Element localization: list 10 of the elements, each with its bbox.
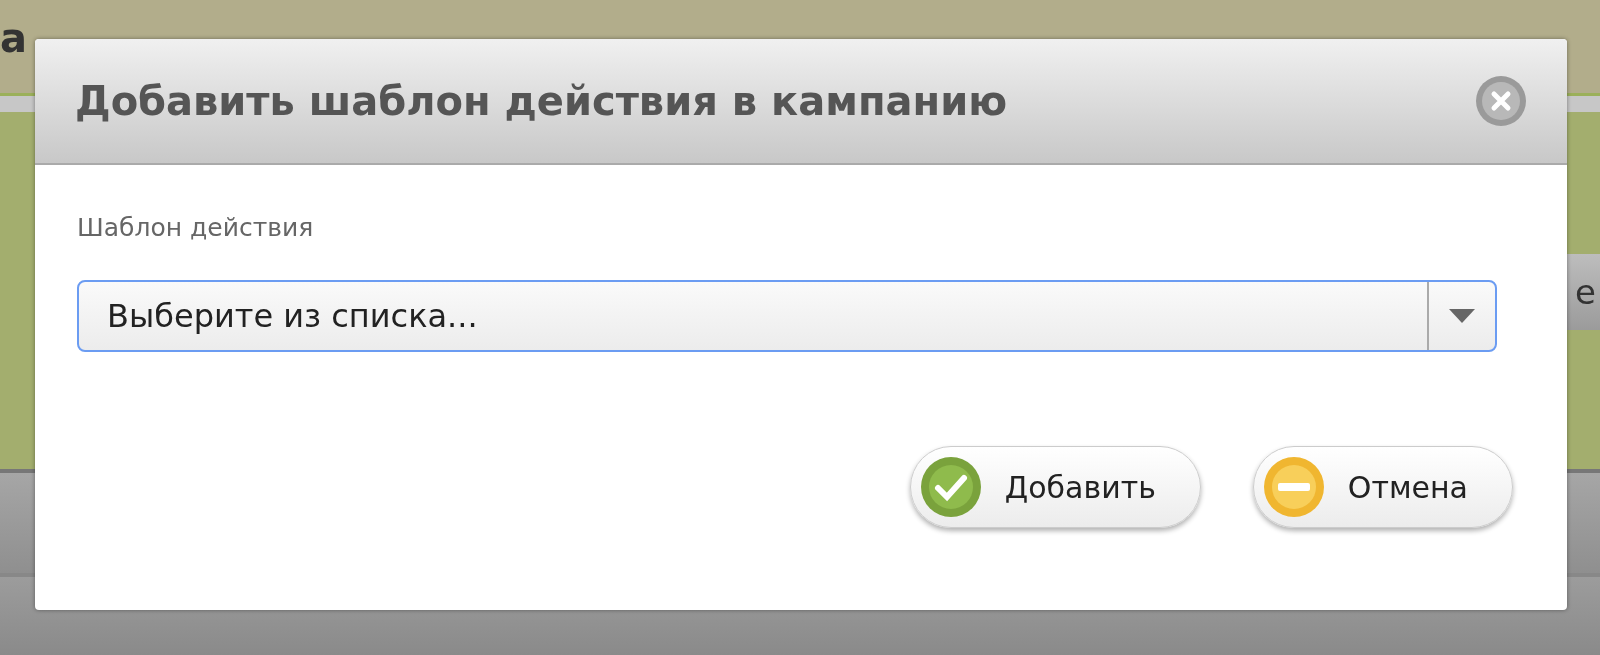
template-dropdown[interactable]: Выберите из списка...	[77, 280, 1497, 352]
check-icon	[918, 455, 983, 519]
cancel-button[interactable]: Отмена	[1252, 446, 1513, 528]
minus-icon	[1261, 455, 1326, 519]
field-label: Шаблон действия	[77, 213, 315, 242]
confirm-button[interactable]: Добавить	[909, 446, 1201, 528]
dialog-title: Добавить шаблон действия в кампанию	[75, 78, 1008, 124]
caret-icon	[1449, 309, 1475, 323]
close-icon[interactable]	[1475, 75, 1527, 127]
heading-text: а	[0, 18, 27, 58]
